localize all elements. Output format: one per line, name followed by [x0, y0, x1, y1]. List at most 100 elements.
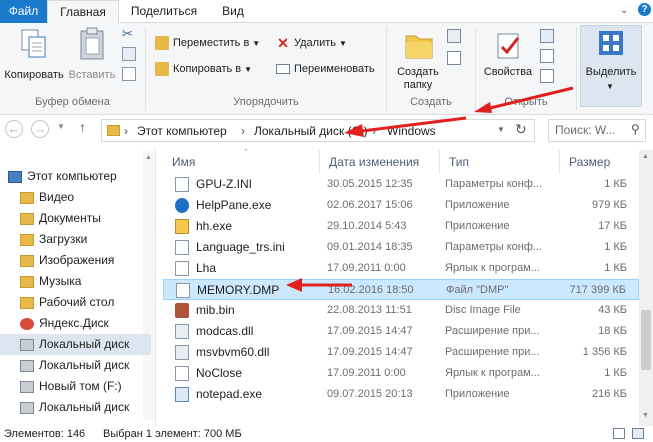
nav-item[interactable]: Музыка — [20, 271, 81, 292]
nav-item[interactable]: Яндекс.Диск — [20, 313, 109, 334]
move-to-label: Переместить в — [173, 37, 250, 49]
file-name: notepad.exe — [196, 387, 263, 401]
shortcut-icon — [175, 366, 189, 381]
nav-item[interactable]: Рабочий стол — [20, 292, 114, 313]
paste-icon — [80, 27, 104, 60]
large-icons-view-icon[interactable] — [632, 428, 644, 439]
file-row[interactable]: GPU-Z.INI 30.05.2015 12:35 Параметры конф.… — [163, 174, 639, 195]
column-size[interactable]: Размер — [560, 150, 639, 174]
copy-to-button[interactable]: Копировать в ▼ — [155, 59, 252, 79]
scroll-down-icon[interactable]: ▼ — [642, 412, 649, 419]
nav-scrollbar[interactable]: ▲ — [143, 150, 155, 420]
scroll-up-icon[interactable]: ▲ — [642, 153, 649, 160]
copy-icon — [21, 29, 46, 58]
tab-file[interactable]: Файл — [0, 0, 47, 23]
file-row[interactable]: hh.exe 29.10.2014 5:43 Приложение 17 КБ — [163, 216, 639, 237]
tab-share[interactable]: Поделиться — [119, 0, 209, 23]
column-header-row: Имя ⌃ Дата изменения Тип Размер — [163, 149, 639, 174]
file-size: 43 КБ — [598, 304, 627, 316]
copy-to-label: Копировать в — [173, 63, 242, 75]
tab-view[interactable]: Вид — [209, 0, 257, 23]
nav-item[interactable]: Документы — [20, 208, 101, 229]
up-button[interactable]: ↑ — [79, 119, 86, 135]
nav-item-label: Этот компьютер — [27, 169, 117, 183]
open-icon[interactable] — [540, 29, 554, 43]
copy-button[interactable]: Копировать — [4, 26, 64, 90]
easy-access-icon[interactable] — [447, 51, 461, 65]
details-view-icon[interactable] — [613, 428, 625, 439]
file-date: 17.09.2011 0:00 — [327, 367, 406, 379]
search-box[interactable]: Поиск: W... ⚲ — [548, 119, 646, 142]
recent-locations-icon[interactable]: ▼ — [57, 122, 65, 131]
column-date[interactable]: Дата изменения — [320, 150, 440, 174]
file-date: 09.01.2014 18:35 — [327, 241, 413, 253]
file-row[interactable]: Language_trs.ini 09.01.2014 18:35 Параметр… — [163, 237, 639, 258]
new-folder-label-1: Создать — [397, 66, 439, 78]
file-type: Ярлык к програм... — [445, 262, 540, 274]
address-dropdown-icon[interactable]: ▼ — [497, 125, 505, 134]
file-type: Disc Image File — [445, 304, 521, 316]
rename-button[interactable]: Переименовать — [276, 59, 375, 79]
forward-button[interactable]: → — [31, 120, 49, 138]
file-name: mib.bin — [196, 303, 235, 317]
select-button[interactable]: Выделить ▼ — [580, 25, 642, 107]
nav-item[interactable]: Локальный диск — [20, 355, 129, 376]
cut-icon[interactable]: ✂ — [122, 27, 136, 41]
scroll-thumb[interactable] — [641, 310, 651, 370]
new-item-icon[interactable] — [447, 29, 461, 43]
edit-icon[interactable] — [540, 49, 554, 63]
folder-icon — [20, 191, 34, 204]
nav-item[interactable]: Изображения — [20, 250, 114, 271]
nav-item[interactable]: Новый том (F:) — [20, 376, 122, 397]
help-icon — [175, 198, 189, 213]
paste-button[interactable]: Вставить — [66, 26, 118, 90]
nav-item-label: Документы — [39, 211, 101, 225]
paste-label: Вставить — [68, 69, 116, 81]
delete-button[interactable]: ✕ Удалить ▼ — [276, 33, 347, 53]
file-name: Language_trs.ini — [196, 240, 285, 254]
nav-item[interactable]: Видео — [20, 187, 74, 208]
file-row[interactable]: mib.bin 22.08.2013 11:51 Disc Image File 43… — [163, 300, 639, 321]
history-icon[interactable] — [540, 69, 554, 83]
file-name: NoClose — [196, 366, 243, 380]
breadcrumb-this-pc[interactable]: Этот компьютер — [137, 123, 227, 139]
folder-icon — [20, 275, 34, 288]
file-type: Приложение — [445, 220, 510, 232]
paste-shortcut-icon[interactable] — [122, 67, 136, 81]
status-bar: Элементов: 146 Выбран 1 элемент: 700 МБ — [0, 426, 653, 442]
file-list-scrollbar[interactable]: ▲ ▼ — [639, 150, 653, 426]
refresh-icon[interactable]: ↻ — [515, 121, 527, 138]
file-date: 09.07.2015 20:13 — [327, 388, 413, 400]
file-type: Расширение при... — [445, 346, 540, 358]
file-row[interactable]: NoClose 17.09.2011 0:00 Ярлык к програм...… — [163, 363, 639, 384]
properties-button[interactable]: Свойства — [480, 26, 536, 92]
file-row[interactable]: msvbvm60.dll 17.09.2015 14:47 Расширение п… — [163, 342, 639, 363]
dmp-file-icon — [176, 283, 190, 298]
help-icon[interactable]: ? — [638, 3, 651, 16]
column-name[interactable]: Имя — [163, 150, 320, 174]
new-folder-button[interactable]: Создать папку — [390, 26, 446, 92]
file-row[interactable]: MEMORY.DMP 16.02.2016 18:50 Файл "DMP" 717 … — [163, 279, 639, 300]
breadcrumb-separator: › — [124, 124, 128, 138]
copy-to-icon — [155, 62, 169, 77]
dll-file-icon — [175, 324, 189, 339]
scroll-up-icon[interactable]: ▲ — [145, 154, 152, 161]
file-row[interactable]: HelpPane.exe 02.06.2017 15:06 Приложение 97… — [163, 195, 639, 216]
organize-group-label: Упорядочить — [233, 96, 299, 108]
file-row[interactable]: notepad.exe 09.07.2015 20:13 Приложение 216… — [163, 384, 639, 405]
file-size: 1 КБ — [604, 178, 627, 190]
ribbon-collapse-icon[interactable]: ⌄ — [620, 5, 628, 16]
nav-item[interactable]: Локальный диск — [20, 397, 129, 418]
copy-path-icon[interactable] — [122, 47, 136, 61]
tab-home[interactable]: Главная — [47, 0, 119, 24]
column-type[interactable]: Тип — [440, 150, 560, 174]
nav-item[interactable]: Загрузки — [20, 229, 87, 250]
move-to-button[interactable]: Переместить в ▼ — [155, 33, 260, 53]
back-button[interactable]: ← — [5, 120, 23, 138]
file-row[interactable]: Lha 17.09.2011 0:00 Ярлык к програм... 1 КБ — [163, 258, 639, 279]
nav-item[interactable]: Локальный диск — [0, 334, 151, 355]
properties-icon — [497, 33, 520, 59]
drive-icon — [20, 338, 34, 351]
nav-item[interactable]: Этот компьютер — [8, 166, 117, 187]
file-row[interactable]: modcas.dll 17.09.2015 14:47 Расширение при… — [163, 321, 639, 342]
